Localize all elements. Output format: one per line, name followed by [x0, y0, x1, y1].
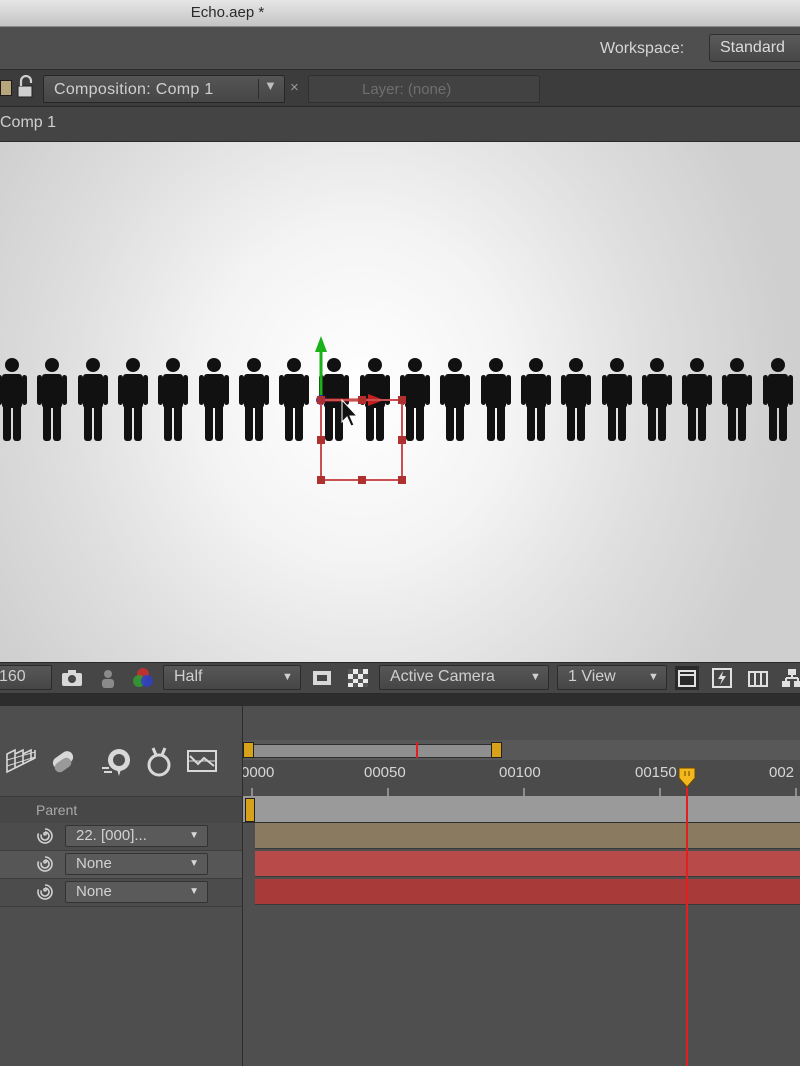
workspace-label: Workspace:: [600, 40, 685, 57]
bbox-handle: [398, 396, 406, 404]
view-layout-value: 1 View: [568, 668, 616, 685]
timeline-graph[interactable]: 0000 00050 00100 00150 002: [243, 706, 800, 1066]
bbox-handle: [317, 476, 325, 484]
bbox-handle: [398, 436, 406, 444]
parent-select[interactable]: None ▼: [65, 881, 208, 903]
toggle-pixel-aspect-icon[interactable]: [675, 666, 699, 690]
motion-blur-icon[interactable]: [100, 746, 134, 778]
timeline-toggle-icon[interactable]: [746, 666, 770, 690]
parent-value: 22. [000]...: [76, 827, 147, 844]
layer-outline: Parent 22. [000]... ▼ None ▼ None ▼: [0, 706, 243, 1066]
viewer-toolbar: 160 Half ▼ Active Camera ▼ 1 View ▼: [0, 662, 800, 694]
navigator-start-handle[interactable]: [243, 742, 254, 758]
workspace-bar: Workspace: Standard: [0, 27, 800, 70]
close-icon[interactable]: ×: [290, 79, 299, 96]
navigator-time-marker: [416, 742, 418, 758]
region-of-interest-icon[interactable]: [310, 666, 334, 690]
camera-select[interactable]: Active Camera ▼: [379, 665, 549, 690]
parent-column-header[interactable]: Parent: [0, 796, 242, 824]
parent-header-label: Parent: [36, 802, 78, 818]
composition-viewer[interactable]: [0, 142, 800, 662]
fast-preview-icon[interactable]: [710, 666, 734, 690]
layer-row[interactable]: None ▼: [0, 879, 242, 907]
mouse-cursor-icon: [341, 398, 359, 427]
parent-select[interactable]: 22. [000]... ▼: [65, 825, 208, 847]
panel-separator[interactable]: [0, 694, 800, 706]
layer-tab-label: Layer: (none): [362, 81, 452, 98]
breadcrumb-item-comp[interactable]: Comp 1: [0, 114, 56, 132]
y-axis-arrow-head: [315, 336, 327, 352]
bbox-handle: [358, 396, 366, 404]
label-color-swatch[interactable]: [0, 80, 12, 96]
pick-whip-icon[interactable]: [36, 827, 54, 845]
chevron-down-icon: ▼: [189, 886, 199, 897]
workspace-select[interactable]: Standard: [709, 34, 800, 62]
parent-select[interactable]: None ▼: [65, 853, 208, 875]
resolution-select[interactable]: Half ▼: [163, 665, 301, 690]
pick-whip-icon[interactable]: [36, 855, 54, 873]
selection-overlay[interactable]: [0, 142, 800, 662]
composition-tab-label: Composition: Comp 1: [54, 81, 214, 98]
resolution-value: Half: [174, 668, 203, 685]
chevron-down-icon: ▼: [282, 671, 293, 683]
flowchart-icon[interactable]: [780, 666, 800, 690]
window-title: Echo.aep *: [190, 4, 265, 21]
transparency-grid-icon[interactable]: [346, 666, 370, 690]
lock-icon[interactable]: [15, 75, 37, 99]
ruler-tick-label: 00150: [635, 764, 677, 781]
graph-editor-icon[interactable]: [186, 748, 218, 774]
pick-whip-icon[interactable]: [36, 883, 54, 901]
bbox-handle: [317, 396, 325, 404]
view-layout-select[interactable]: 1 View ▼: [557, 665, 667, 690]
chevron-down-icon: ▼: [648, 671, 659, 683]
layer-duration-bar[interactable]: [255, 823, 800, 849]
timeline-switches: [0, 740, 242, 790]
ruler-tick-label: 0000: [243, 764, 275, 781]
parent-value: None: [76, 883, 112, 900]
tab-divider: [258, 79, 259, 99]
bbox-handle: [358, 476, 366, 484]
hide-shy-layers-icon[interactable]: [48, 748, 78, 776]
camera-value: Active Camera: [390, 668, 495, 685]
ruler-tick-label: 00100: [499, 764, 541, 781]
chevron-down-icon[interactable]: ▼: [264, 78, 277, 93]
layer-duration-bar[interactable]: [255, 879, 800, 905]
chevron-down-icon: ▼: [189, 858, 199, 869]
magnification-field[interactable]: 160: [0, 665, 52, 690]
tab-composition[interactable]: Composition: Comp 1 ▼: [43, 75, 285, 103]
chevron-down-icon: ▼: [189, 830, 199, 841]
current-time-indicator[interactable]: [677, 766, 697, 788]
chevron-down-icon: ▼: [530, 671, 541, 683]
timeline-panel: Parent 22. [000]... ▼ None ▼ None ▼ 0000 00050…: [0, 706, 800, 1066]
time-navigator-range[interactable]: [247, 744, 501, 758]
layer-bounding-box: [320, 399, 403, 481]
breadcrumb: Comp 1: [0, 107, 800, 142]
ruler-ticks: [251, 788, 797, 796]
layer-row[interactable]: None ▼: [0, 851, 242, 879]
bbox-handle: [398, 476, 406, 484]
navigator-end-handle[interactable]: [491, 742, 502, 758]
draft-3d-icon[interactable]: [5, 748, 37, 776]
title-bar: Echo.aep *: [0, 0, 800, 27]
snapshot-icon[interactable]: [60, 666, 84, 690]
time-navigator[interactable]: [243, 740, 800, 761]
composition-tab-bar: Composition: Comp 1 ▼ × Layer: (none): [0, 70, 800, 107]
magnification-value: 160: [0, 668, 26, 685]
ruler-tick-label: 002: [769, 764, 795, 781]
parent-value: None: [76, 855, 112, 872]
time-ruler[interactable]: 0000 00050 00100 00150 002: [243, 760, 800, 797]
tab-layer[interactable]: Layer: (none): [308, 75, 540, 103]
channel-icon[interactable]: [131, 666, 155, 690]
layer-row[interactable]: 22. [000]... ▼: [0, 823, 242, 851]
current-time-line: [686, 776, 688, 1066]
bbox-handle: [317, 436, 325, 444]
frame-blending-icon[interactable]: [145, 746, 173, 778]
layer-duration-bar[interactable]: [255, 851, 800, 877]
show-snapshot-icon[interactable]: [96, 666, 120, 690]
work-area-start-handle[interactable]: [245, 798, 255, 822]
work-area-bar[interactable]: [243, 796, 800, 823]
ruler-tick-label: 00050: [364, 764, 406, 781]
